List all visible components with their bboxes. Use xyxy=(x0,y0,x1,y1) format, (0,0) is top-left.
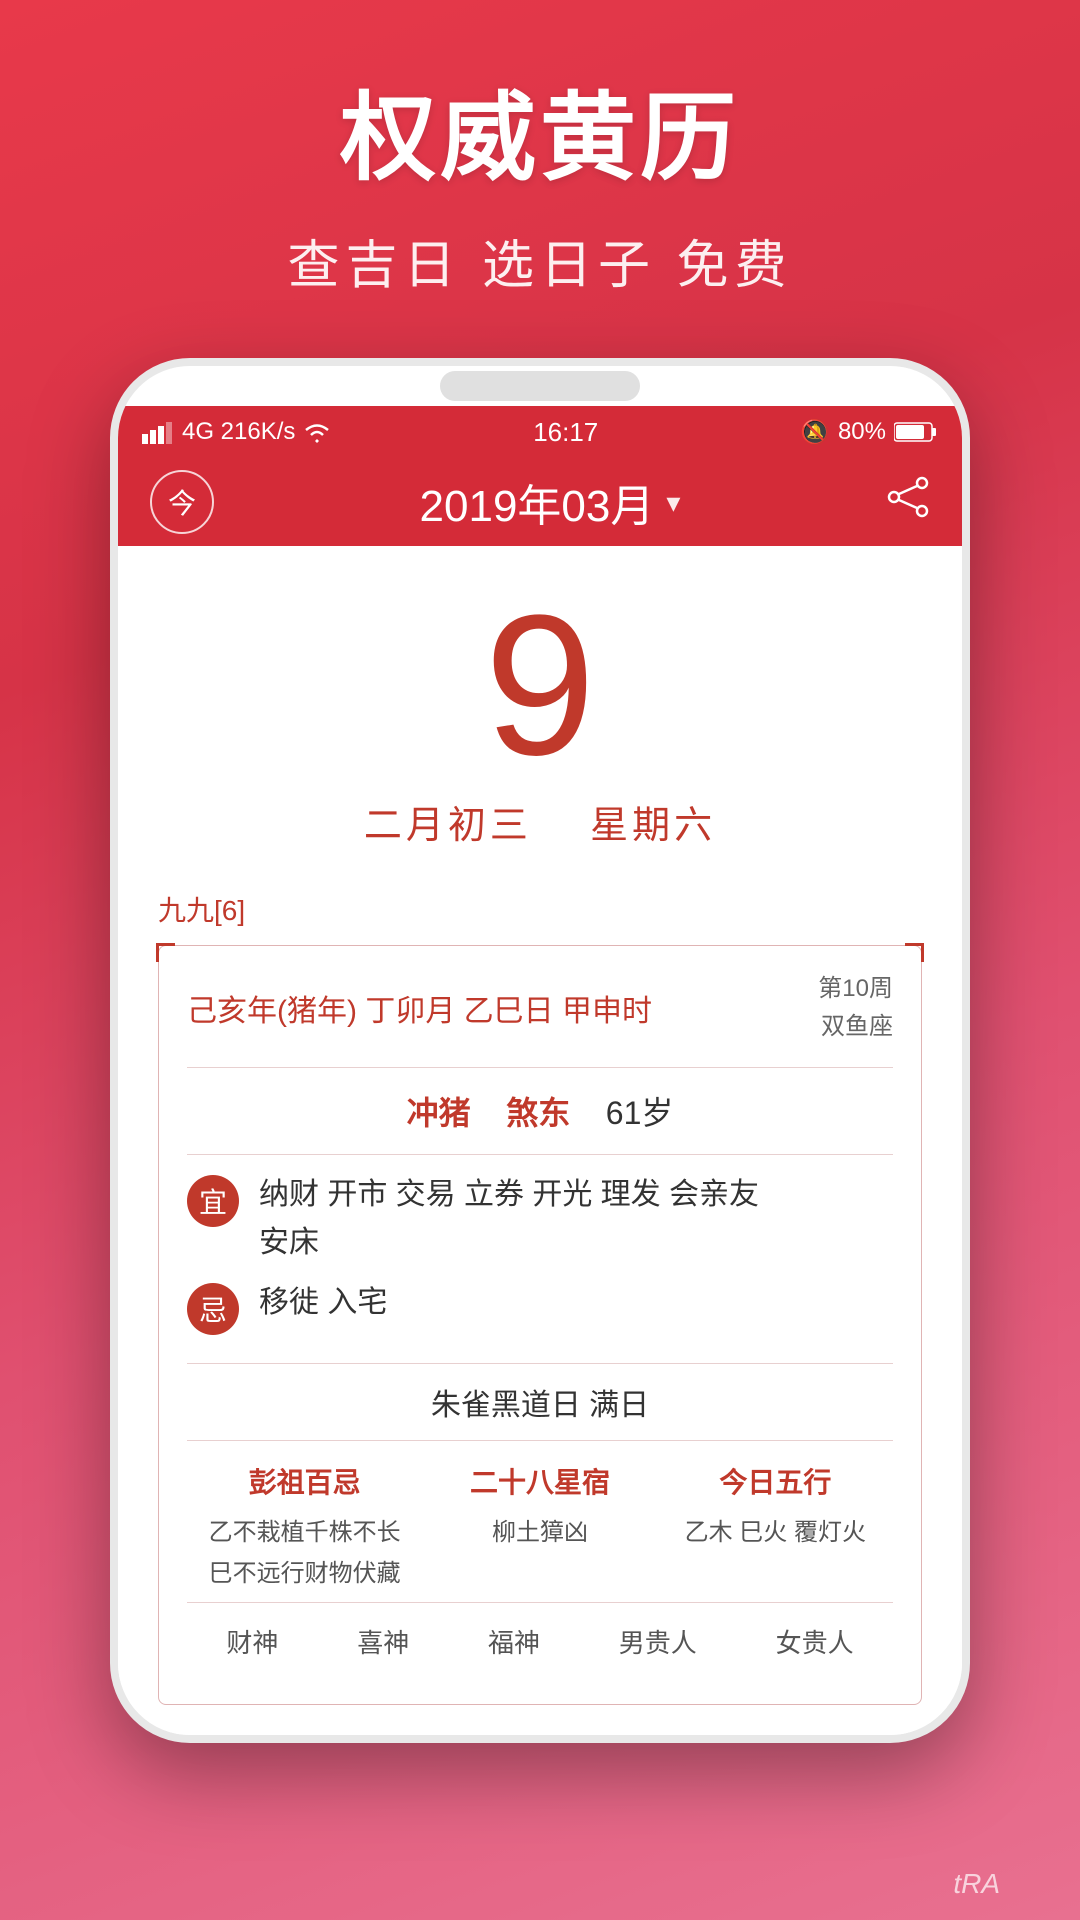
footer-nanguiren: 男贵人 xyxy=(619,1623,697,1660)
app-background: 权威黄历 查吉日 选日子 免费 4G 216K/s xyxy=(0,0,1080,1920)
ji-label: 忌 xyxy=(199,1289,227,1329)
battery-icon xyxy=(894,421,938,443)
footer-caisheng: 财神 xyxy=(226,1623,278,1660)
today-label: 今 xyxy=(168,482,196,522)
ganzhi-text: 己亥年(猪年) 丁卯月 乙巳日 甲申时 xyxy=(187,986,652,1030)
marketing-title: 权威黄历 xyxy=(340,60,740,199)
ji-badge: 忌 xyxy=(187,1283,239,1335)
pengzu-col: 彭祖百忌 乙不栽植千株不长巳不远行财物伏藏 xyxy=(187,1461,422,1595)
battery-percent: 80% xyxy=(838,418,886,446)
yi-ji-section: 宜 纳财 开市 交易 立券 开光 理发 会亲友安床 忌 移徙 入宅 xyxy=(187,1155,893,1364)
wifi-icon xyxy=(303,421,331,443)
chong-label: 冲猪 xyxy=(407,1095,471,1131)
phone-mockup: 4G 216K/s 16:17 🔕 80% xyxy=(110,358,970,1743)
lunar-date: 二月初三 xyxy=(364,805,532,847)
nine-nine-label: 九九[6] xyxy=(158,889,922,929)
big-day-number: 9 xyxy=(484,586,595,786)
yi-content: 纳财 开市 交易 立券 开光 理发 会亲友安床 xyxy=(259,1171,893,1267)
yi-row: 宜 纳财 开市 交易 立券 开光 理发 会亲友安床 xyxy=(187,1171,893,1267)
week-zodiac: 第10周 双鱼座 xyxy=(818,970,893,1047)
xiu-title: 二十八星宿 xyxy=(422,1461,657,1501)
ganzhi-row: 己亥年(猪年) 丁卯月 乙巳日 甲申时 第10周 双鱼座 xyxy=(187,970,893,1068)
bottom-watermark: tRA xyxy=(953,1868,1000,1900)
today-button[interactable]: 今 xyxy=(150,470,214,534)
month-text: 2019年03月 xyxy=(420,470,655,534)
pengzu-content: 乙不栽植千株不长巳不远行财物伏藏 xyxy=(187,1513,422,1595)
share-icon xyxy=(886,475,930,519)
marketing-subtitle: 查吉日 选日子 免费 xyxy=(288,223,793,298)
footer-fusheng: 福神 xyxy=(488,1623,540,1660)
xiu-content: 柳土獐凶 xyxy=(422,1513,657,1554)
zodiac: 双鱼座 xyxy=(818,1008,893,1046)
yi-badge: 宜 xyxy=(187,1175,239,1227)
three-cols: 彭祖百忌 乙不栽植千株不长巳不远行财物伏藏 二十八星宿 柳土獐凶 今日五行 xyxy=(187,1441,893,1604)
week-num: 第10周 xyxy=(818,970,893,1008)
month-title[interactable]: 2019年03月 ▾ xyxy=(420,470,681,534)
chong-spacer xyxy=(480,1095,498,1131)
sha-label: 煞东 xyxy=(506,1095,570,1131)
spacer xyxy=(546,805,575,847)
sha-spacer xyxy=(579,1095,597,1131)
status-time: 16:17 xyxy=(533,417,598,448)
calendar-info-section: 九九[6] 己亥年(猪年) 丁卯月 乙巳日 甲申时 第10周 双鱼座 冲猪 xyxy=(118,869,962,1735)
speed-indicator: 4G 216K/s xyxy=(182,418,295,446)
app-header: 今 2019年03月 ▾ xyxy=(118,458,962,546)
wuxing-col: 今日五行 乙木 巳火 覆灯火 xyxy=(658,1461,893,1595)
status-right: 🔕 80% xyxy=(800,418,938,447)
xiu-col: 二十八星宿 柳土獐凶 xyxy=(422,1461,657,1595)
footer-xisheng: 喜神 xyxy=(357,1623,409,1660)
info-card: 己亥年(猪年) 丁卯月 乙巳日 甲申时 第10周 双鱼座 冲猪 煞东 61岁 xyxy=(158,945,922,1705)
black-day-row: 朱雀黑道日 满日 xyxy=(187,1364,893,1441)
date-display: 9 二月初三 星期六 xyxy=(118,546,962,869)
footer-row: 财神 喜神 福神 男贵人 女贵人 xyxy=(187,1603,893,1680)
yi-label: 宜 xyxy=(199,1181,227,1221)
wuxing-title: 今日五行 xyxy=(658,1461,893,1501)
wuxing-content: 乙木 巳火 覆灯火 xyxy=(658,1513,893,1554)
ji-row: 忌 移徙 入宅 xyxy=(187,1279,893,1335)
phone-notch xyxy=(440,371,640,401)
share-button[interactable] xyxy=(886,475,930,529)
ji-content: 移徙 入宅 xyxy=(259,1279,893,1327)
date-subtitle: 二月初三 星期六 xyxy=(364,794,716,849)
weekday: 星期六 xyxy=(590,805,716,847)
pengzu-title: 彭祖百忌 xyxy=(187,1461,422,1501)
status-left: 4G 216K/s xyxy=(142,418,331,446)
footer-nvguiren: 女贵人 xyxy=(776,1623,854,1660)
phone-content: 9 二月初三 星期六 九九[6] 己亥年(猪年) 丁卯月 乙巳日 甲申时 第10… xyxy=(118,546,962,1735)
status-bar: 4G 216K/s 16:17 🔕 80% xyxy=(118,406,962,458)
mute-icon: 🔕 xyxy=(800,418,830,447)
age-label: 61岁 xyxy=(606,1095,674,1131)
month-arrow: ▾ xyxy=(666,486,680,519)
phone-top-bar xyxy=(118,366,962,406)
signal-icon xyxy=(142,420,174,444)
chong-row: 冲猪 煞东 61岁 xyxy=(187,1068,893,1155)
